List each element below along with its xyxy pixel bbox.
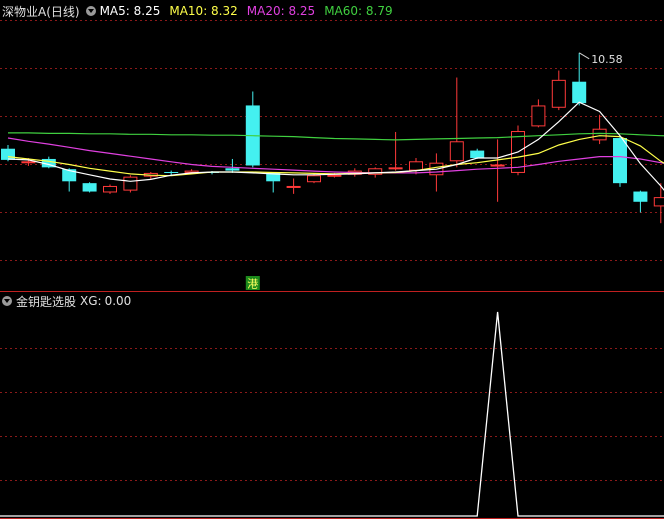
max-price-label: 10.58	[591, 53, 623, 66]
candle-body	[286, 185, 301, 188]
price-chart-pane[interactable]: 10.58 港 深物业A(日线) MA5: 8.25 MA10: 8.32 MA20:…	[0, 0, 664, 292]
candle-body	[613, 138, 627, 184]
ma-label-0: MA5: 8.25	[99, 4, 161, 18]
candle-body	[327, 174, 342, 177]
candle-body	[307, 175, 321, 183]
candle-body	[490, 164, 505, 167]
candle-body	[653, 197, 664, 207]
candle-body	[225, 168, 240, 171]
event-tag-label: 港	[247, 278, 258, 291]
candle-body	[82, 183, 97, 192]
candle-body	[470, 150, 485, 159]
indicator-header: 金钥匙选股 XG: 0.00	[2, 293, 137, 309]
ma-label-3: MA60: 8.79	[324, 4, 393, 18]
price-background	[0, 0, 664, 292]
candle-6	[123, 175, 138, 193]
candle-body	[1, 148, 15, 160]
candle-body	[388, 167, 403, 170]
candle-body	[164, 171, 179, 173]
price-chart-header: 深物业A(日线) MA5: 8.25 MA10: 8.32 MA20: 8.25 MA…	[2, 3, 408, 19]
candle-body	[103, 185, 117, 193]
candle-body	[409, 161, 423, 171]
ma-label-2: MA20: 8.25	[246, 4, 316, 18]
xg-label: XG:	[80, 294, 102, 308]
ma-label-1: MA10: 8.32	[169, 4, 238, 18]
candle-4	[82, 182, 97, 193]
indicator-settings-icon[interactable]	[2, 296, 12, 306]
candle-body	[572, 81, 587, 104]
stock-title: 深物业A(日线)	[2, 4, 80, 19]
indicator-pane[interactable]: 金钥匙选股 XG: 0.00	[0, 292, 664, 519]
indicator-background	[0, 292, 664, 519]
candle-body	[531, 105, 546, 127]
candle-body	[633, 191, 648, 202]
indicator-title: 金钥匙选股	[16, 294, 77, 309]
candle-30	[613, 136, 627, 187]
settings-dropdown-icon[interactable]	[85, 6, 96, 16]
candle-body	[592, 128, 607, 141]
candle-body	[21, 161, 36, 164]
price-chart[interactable]: 10.58 港	[0, 0, 664, 292]
candle-body	[123, 176, 138, 191]
indicator-chart[interactable]	[0, 292, 664, 519]
candle-body	[551, 79, 566, 108]
xg-value: 0.00	[104, 294, 132, 308]
candle-body	[449, 141, 464, 162]
ma-labels: MA5: 8.25 MA10: 8.32 MA20: 8.25 MA60: 8.79	[100, 4, 402, 18]
